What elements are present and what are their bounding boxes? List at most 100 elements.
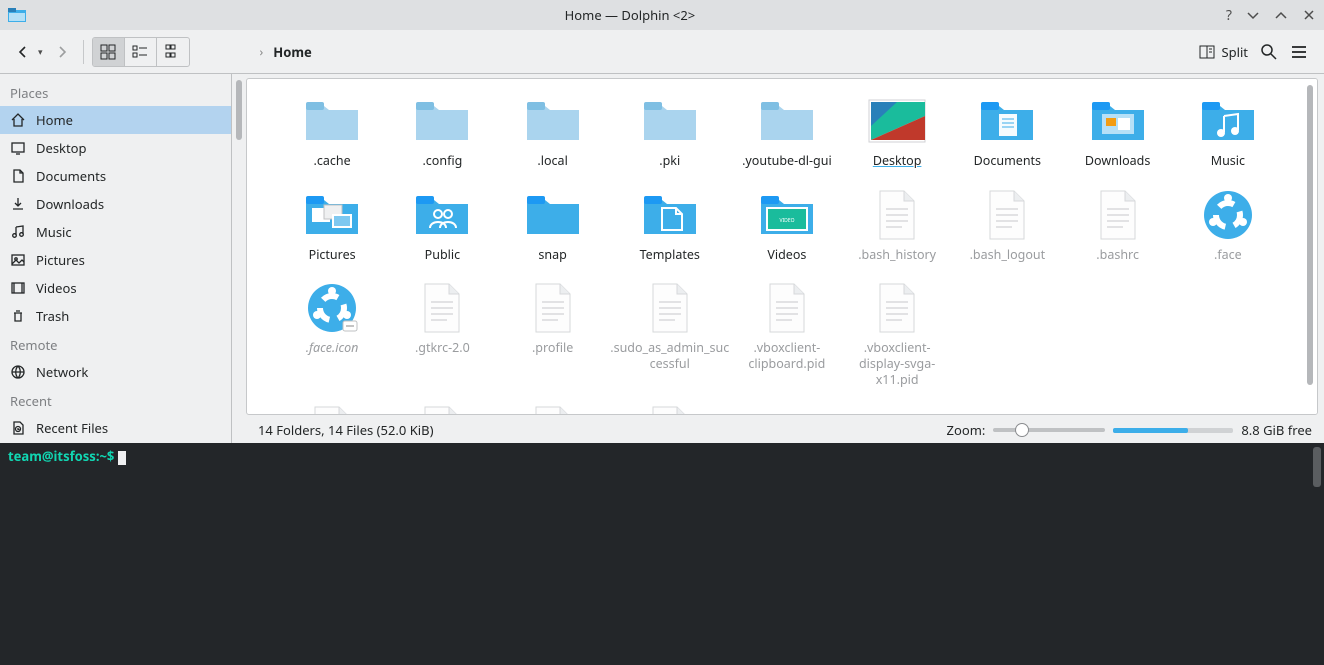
sidebar-item-videos[interactable]: Videos	[0, 274, 231, 302]
desktop-icon	[10, 140, 26, 156]
file-icon	[1198, 93, 1258, 149]
file-icon	[302, 405, 362, 414]
file-label: .bash_history	[858, 247, 936, 263]
file-item[interactable]: Documents	[952, 89, 1062, 177]
breadcrumb[interactable]: › Home	[260, 43, 312, 61]
hamburger-icon	[1290, 43, 1308, 61]
close-button[interactable]	[1302, 8, 1316, 22]
file-icon	[302, 187, 362, 243]
file-item[interactable]: Pictures	[277, 183, 387, 271]
file-item[interactable]: .vboxclient-clipboard.pid	[732, 276, 842, 395]
file-item[interactable]: snap	[498, 183, 608, 271]
file-item[interactable]: .bash_history	[842, 183, 952, 271]
app-icon	[8, 7, 28, 23]
file-label: Music	[1211, 153, 1245, 169]
sidebar-item-recent-files[interactable]: Recent Files	[0, 414, 231, 442]
terminal-cursor	[118, 451, 126, 465]
file-label: Documents	[974, 153, 1041, 169]
sidebar-item-pictures[interactable]: Pictures	[0, 246, 231, 274]
main-area: PlacesHomeDesktopDocumentsDownloadsMusic…	[0, 74, 1324, 443]
file-item[interactable]: .profile	[498, 276, 608, 395]
file-icon	[757, 93, 817, 149]
zoom-slider[interactable]	[993, 428, 1105, 432]
file-item[interactable]: .vboxclient-display-svga-x11.pid	[842, 276, 952, 395]
back-history-dropdown[interactable]: ▾	[38, 45, 43, 58]
file-item[interactable]	[387, 401, 497, 414]
status-summary: 14 Folders, 14 Files (52.0 KiB)	[258, 421, 433, 439]
file-label: .config	[422, 153, 462, 169]
minimize-button[interactable]	[1246, 8, 1260, 22]
file-item[interactable]: VIDEO Videos	[732, 183, 842, 271]
search-button[interactable]	[1254, 37, 1284, 67]
file-icon	[977, 93, 1037, 149]
menu-button[interactable]	[1284, 37, 1314, 67]
file-label: .cache	[314, 153, 351, 169]
file-icon	[523, 187, 583, 243]
file-icon	[1088, 187, 1148, 243]
compact-view-button[interactable]	[125, 38, 157, 66]
file-label: Videos	[767, 247, 806, 263]
file-item[interactable]: Desktop	[842, 89, 952, 177]
file-item[interactable]: .pki	[608, 89, 732, 177]
help-button[interactable]: ?	[1226, 6, 1232, 25]
sidebar-item-music[interactable]: Music	[0, 218, 231, 246]
file-label: .vboxclient-clipboard.pid	[734, 340, 840, 371]
file-item[interactable]: Public	[387, 183, 497, 271]
file-item[interactable]: .face	[1173, 183, 1283, 271]
split-icon	[1199, 44, 1215, 60]
details-view-button[interactable]	[157, 38, 189, 66]
file-label: .bashrc	[1096, 247, 1139, 263]
file-icon	[867, 280, 927, 336]
file-item[interactable]: .gtkrc-2.0	[387, 276, 497, 395]
statusbar: 14 Folders, 14 Files (52.0 KiB) Zoom: 8.…	[246, 417, 1324, 443]
file-icon: VIDEO	[757, 187, 817, 243]
file-label: Downloads	[1085, 153, 1150, 169]
documents-icon	[10, 168, 26, 184]
file-label: .face.icon	[306, 340, 359, 356]
file-item[interactable]	[277, 401, 387, 414]
content-scrollbar[interactable]	[1303, 79, 1317, 414]
file-item[interactable]: .sudo_as_admin_successful	[608, 276, 732, 395]
file-label: .profile	[532, 340, 573, 356]
forward-button[interactable]	[49, 39, 75, 65]
disk-free: 8.8 GiB free	[1241, 421, 1312, 439]
file-item[interactable]: Music	[1173, 89, 1283, 177]
file-icon	[412, 280, 472, 336]
sidebar-item-network[interactable]: Network	[0, 358, 231, 386]
terminal-scrollbar[interactable]	[1313, 447, 1321, 487]
file-item[interactable]: .local	[498, 89, 608, 177]
file-item[interactable]: .bash_logout	[952, 183, 1062, 271]
sidebar-item-documents[interactable]: Documents	[0, 162, 231, 190]
home-icon	[10, 112, 26, 128]
file-item[interactable]	[498, 401, 608, 414]
file-label: snap	[538, 247, 566, 263]
breadcrumb-home[interactable]: Home	[273, 43, 312, 61]
file-item[interactable]: Templates	[608, 183, 732, 271]
terminal-panel[interactable]: team@itsfoss:~$	[0, 443, 1324, 665]
sidebar-item-downloads[interactable]: Downloads	[0, 190, 231, 218]
sidebar-scrollbar[interactable]	[232, 74, 246, 443]
file-item[interactable]: .config	[387, 89, 497, 177]
downloads-icon	[10, 196, 26, 212]
sidebar-item-home[interactable]: Home	[0, 106, 231, 134]
file-item[interactable]	[608, 401, 732, 414]
file-icon	[523, 405, 583, 414]
zoom-label: Zoom:	[947, 421, 986, 439]
sidebar-section-title: Remote	[0, 330, 231, 358]
sidebar-item-trash[interactable]: Trash	[0, 302, 231, 330]
icon-grid[interactable]: .cache .config .local.pki.youtube-dl-guiDe…	[247, 79, 1303, 414]
file-item[interactable]: Downloads	[1063, 89, 1173, 177]
file-item[interactable]: .face.icon	[277, 276, 387, 395]
videos-icon	[10, 280, 26, 296]
sidebar-item-desktop[interactable]: Desktop	[0, 134, 231, 162]
split-button[interactable]: Split	[1193, 39, 1254, 65]
back-button[interactable]	[10, 39, 36, 65]
file-item[interactable]: .youtube-dl-gui	[732, 89, 842, 177]
icons-view-button[interactable]	[93, 38, 125, 66]
file-item[interactable]: .bashrc	[1063, 183, 1173, 271]
maximize-button[interactable]	[1274, 8, 1288, 22]
file-icon	[867, 187, 927, 243]
file-item[interactable]: .cache	[277, 89, 387, 177]
window-title: Home — Dolphin <2>	[34, 6, 1226, 24]
file-label: .bash_logout	[970, 247, 1046, 263]
